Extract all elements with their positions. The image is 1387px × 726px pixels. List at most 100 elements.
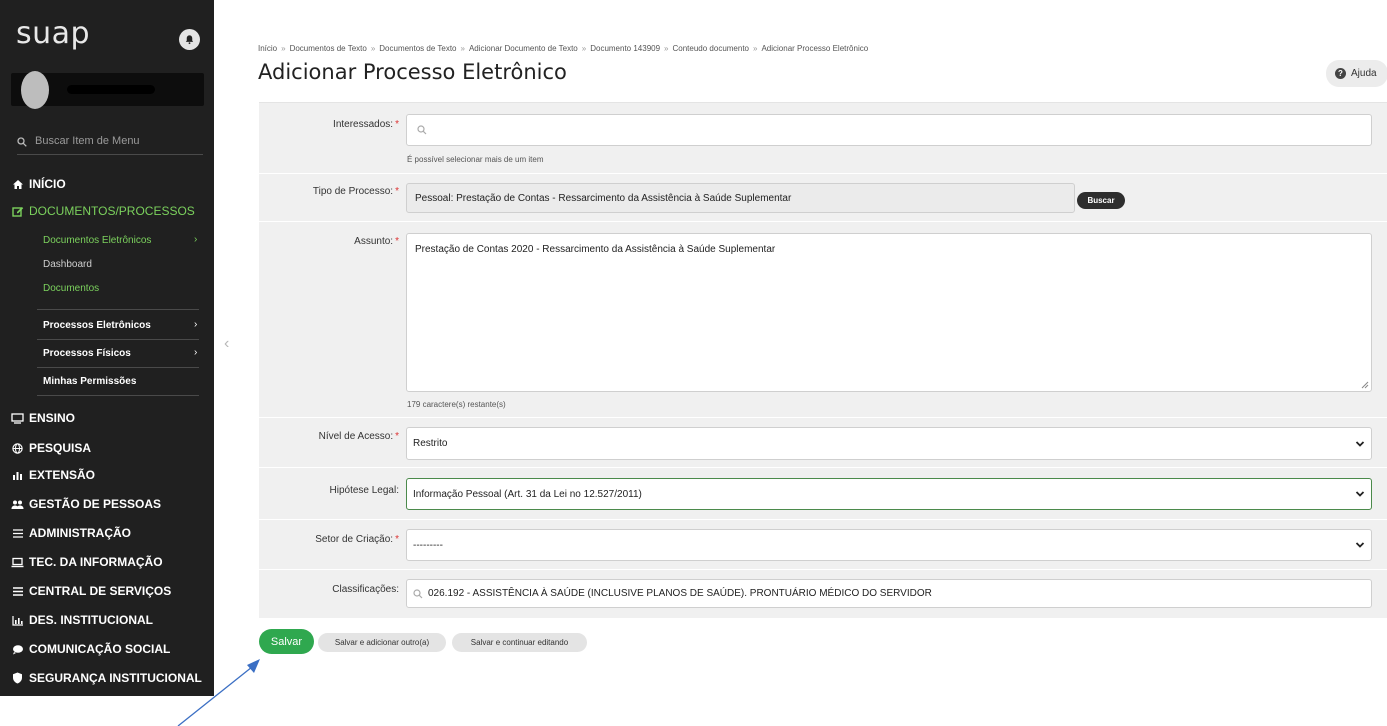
setor-criacao-value: ---------: [413, 539, 443, 551]
notification-bell-icon[interactable]: [179, 29, 200, 50]
breadcrumb-link[interactable]: Início: [258, 44, 277, 53]
search-icon: [413, 588, 423, 598]
label-nivel-acesso: Nível de Acesso: *: [318, 431, 399, 442]
breadcrumb-link[interactable]: Conteudo documento: [673, 44, 750, 53]
breadcrumb-separator-icon: »: [753, 44, 758, 53]
search-icon: [17, 137, 27, 147]
save-button[interactable]: Salvar: [259, 629, 314, 654]
laptop-icon: [10, 556, 25, 568]
chat-icon: [10, 643, 25, 655]
nivel-acesso-value: Restrito: [413, 438, 448, 449]
avatar: [21, 71, 49, 109]
menu-search-placeholder: Buscar Item de Menu: [35, 135, 140, 147]
help-label: Ajuda: [1351, 68, 1377, 79]
chevron-down-icon: [1355, 491, 1365, 497]
row-divider: [259, 519, 1387, 520]
submenu-divider: [37, 367, 199, 368]
breadcrumb-separator-icon: »: [581, 44, 587, 53]
breadcrumb-separator-icon: »: [281, 44, 286, 53]
breadcrumb-link[interactable]: Adicionar Documento de Texto: [469, 44, 578, 53]
hipotese-legal-select[interactable]: Informação Pessoal (Art. 31 da Lei no 12…: [406, 478, 1372, 510]
submenu-divider: [37, 395, 199, 396]
list-icon: [10, 527, 25, 539]
label-setor-criacao: Setor de Criação: *: [315, 534, 399, 545]
menu-icon: [10, 585, 25, 597]
submenu-divider: [37, 339, 199, 340]
nav-inicio[interactable]: INÍCIO: [10, 177, 66, 191]
hipotese-legal-value: Informação Pessoal (Art. 31 da Lei no 12…: [413, 488, 642, 500]
chevron-down-icon: [1355, 542, 1365, 548]
breadcrumb-link[interactable]: Documento 143909: [590, 44, 660, 53]
sidebar: suap Buscar Item de Menu INÍCIO DOCUMENT…: [0, 0, 214, 696]
breadcrumb-separator-icon: »: [664, 44, 669, 53]
chevron-down-icon: [1355, 440, 1365, 447]
sub-processos-eletronicos[interactable]: Processos Eletrônicos: [43, 320, 151, 331]
breadcrumb-separator-icon: »: [460, 44, 465, 53]
interessados-help: É possível selecionar mais de um item: [407, 155, 544, 164]
setor-criacao-select[interactable]: ---------: [406, 529, 1372, 561]
tipo-processo-field: Pessoal: Prestação de Contas - Ressarcim…: [406, 183, 1075, 213]
question-icon: ?: [1335, 68, 1346, 79]
chevron-right-icon: ›: [194, 347, 198, 358]
nav-extensao[interactable]: EXTENSÃO: [10, 468, 95, 482]
row-divider: [259, 467, 1387, 468]
chart-icon: [10, 469, 25, 481]
collapse-sidebar-chevron-icon[interactable]: ‹: [224, 335, 229, 353]
row-divider: [259, 221, 1387, 222]
classificacoes-value: 026.192 - ASSISTÊNCIA À SAÚDE (INCLUSIVE…: [428, 588, 932, 599]
classificacoes-input[interactable]: 026.192 - ASSISTÊNCIA À SAÚDE (INCLUSIVE…: [406, 579, 1372, 608]
chevron-right-icon: ›: [194, 234, 198, 245]
chevron-right-icon: ›: [194, 319, 198, 330]
globe-icon: [10, 442, 25, 454]
interessados-input[interactable]: [406, 114, 1372, 146]
resize-handle-icon[interactable]: [1361, 381, 1369, 389]
assunto-textarea[interactable]: Prestação de Contas 2020 - Ressarcimento…: [406, 233, 1372, 392]
annotation-arrow-icon: [177, 659, 260, 726]
sub-minhas-permissoes[interactable]: Minhas Permissões: [43, 376, 136, 387]
breadcrumb: Início » Documentos de Texto » Documentos de…: [258, 44, 868, 53]
buscar-button[interactable]: Buscar: [1077, 192, 1125, 209]
shield-icon: [10, 672, 25, 684]
nav-administracao[interactable]: ADMINISTRAÇÃO: [10, 526, 131, 540]
label-interessados: Interessados: *: [333, 119, 399, 130]
row-divider: [259, 569, 1387, 570]
sub-documentos[interactable]: Documentos: [43, 283, 99, 294]
sub-processos-fisicos[interactable]: Processos Físicos: [43, 348, 131, 359]
assunto-value: Prestação de Contas 2020 - Ressarcimento…: [415, 244, 776, 255]
nav-des-institucional[interactable]: DES. INSTITUCIONAL: [10, 613, 153, 627]
nav-gestao-de-pessoas[interactable]: GESTÃO DE PESSOAS: [10, 497, 161, 511]
nav-documentos-processos[interactable]: DOCUMENTOS/PROCESSOS: [10, 204, 195, 218]
edit-icon: [10, 205, 25, 217]
tipo-processo-value: Pessoal: Prestação de Contas - Ressarcim…: [415, 192, 792, 204]
label-assunto: Assunto: *: [354, 236, 399, 247]
suap-logo[interactable]: suap: [16, 16, 90, 51]
breadcrumb-link[interactable]: Documentos de Texto: [379, 44, 456, 53]
page-title: Adicionar Processo Eletrônico: [258, 60, 567, 84]
nav-comunicacao-social[interactable]: COMUNICAÇÃO SOCIAL: [10, 642, 170, 656]
nav-tec-da-informacao[interactable]: TEC. DA INFORMAÇÃO: [10, 555, 163, 569]
process-form: Interessados: * É possível selecionar mai…: [259, 102, 1387, 618]
sub-dashboard[interactable]: Dashboard: [43, 259, 92, 270]
row-divider: [259, 173, 1387, 174]
sub-documentos-eletronicos[interactable]: Documentos Eletrônicos: [43, 235, 151, 246]
bar-chart-icon: [10, 614, 25, 626]
nav-pesquisa[interactable]: PESQUISA: [10, 441, 91, 455]
submenu-divider: [37, 309, 199, 310]
search-icon: [417, 125, 427, 135]
ensino-icon: [10, 412, 25, 424]
label-tipo-processo: Tipo de Processo: *: [312, 186, 399, 197]
nav-ensino[interactable]: ENSINO: [10, 411, 75, 425]
nav-central-de-servicos[interactable]: CENTRAL DE SERVIÇOS: [10, 584, 171, 598]
username-redacted: [67, 85, 155, 94]
save-and-add-button[interactable]: Salvar e adicionar outro(a): [318, 633, 446, 652]
assunto-char-count: 179 caractere(s) restante(s): [407, 400, 506, 409]
users-icon: [10, 498, 25, 510]
label-hipotese-legal: Hipótese Legal:: [329, 485, 400, 496]
menu-search-input[interactable]: Buscar Item de Menu: [17, 135, 203, 155]
save-and-continue-button[interactable]: Salvar e continuar editando: [452, 633, 587, 652]
row-divider: [259, 417, 1387, 418]
help-button[interactable]: ? Ajuda: [1326, 60, 1387, 87]
nivel-acesso-select[interactable]: Restrito: [406, 427, 1372, 460]
user-profile[interactable]: [11, 71, 204, 109]
breadcrumb-link[interactable]: Documentos de Texto: [290, 44, 367, 53]
